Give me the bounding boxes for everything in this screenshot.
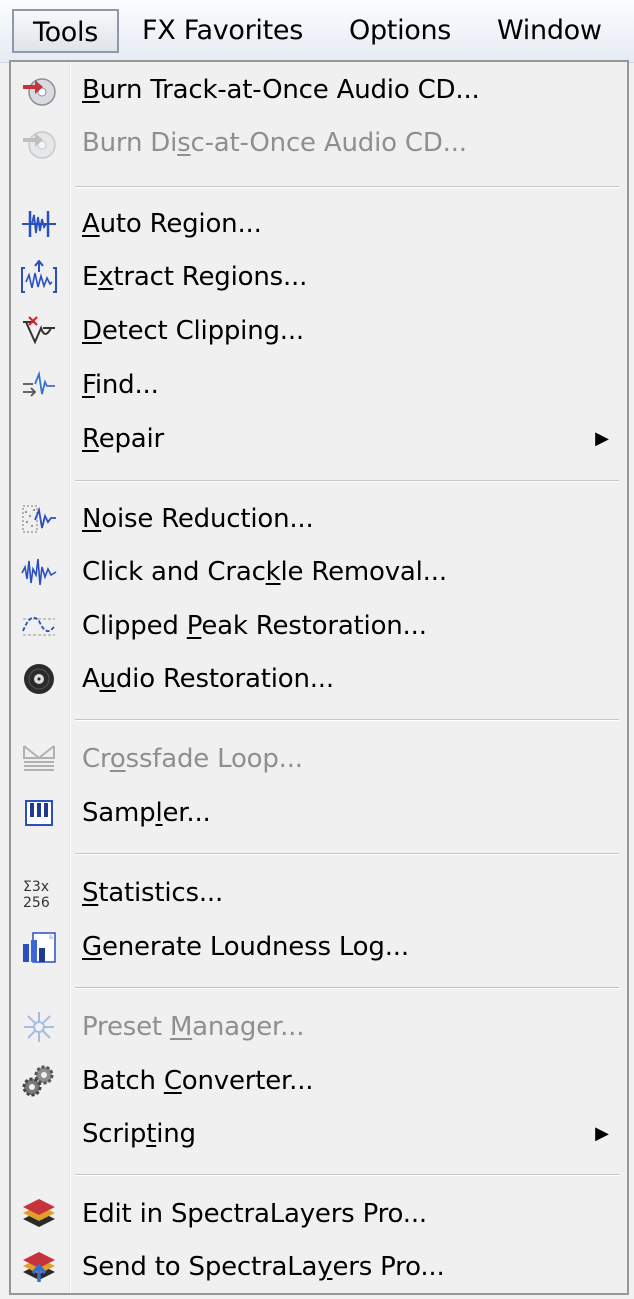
menu-item-burn-disc-at-once: Burn Disc-at-Once Audio CD...	[11, 118, 627, 168]
menu-item-repair[interactable]: Repair ▶	[11, 414, 627, 464]
menu-item-label: Noise Reduction...	[82, 504, 314, 534]
menu-item-click-crackle-removal[interactable]: Click and Crackle Removal...	[11, 547, 627, 597]
menu-item-audio-restoration[interactable]: Audio Restoration...	[11, 654, 627, 704]
menu-item-label: Batch Converter...	[82, 1066, 314, 1096]
menu-item-extract-regions[interactable]: Extract Regions...	[11, 252, 627, 302]
detect-clipping-icon	[21, 314, 57, 348]
submenu-arrow-icon: ▶	[595, 1123, 609, 1144]
menu-separator	[75, 1174, 619, 1175]
spectralayers-send-icon	[21, 1250, 57, 1284]
auto-region-icon	[21, 207, 57, 241]
svg-text:256: 256	[23, 895, 50, 910]
menu-item-sampler[interactable]: Sampler...	[11, 788, 627, 838]
find-icon	[21, 368, 57, 402]
screen: Tools FX Favorites Options Window Burn T…	[0, 0, 634, 1299]
menu-separator	[75, 853, 619, 854]
menu-item-preset-manager: Preset Manager...	[11, 1002, 627, 1052]
menu-item-generate-loudness-log[interactable]: Generate Loudness Log...	[11, 922, 627, 972]
menu-item-label: Scripting	[82, 1119, 196, 1149]
burn-cd-icon	[21, 73, 57, 107]
sampler-icon	[21, 796, 57, 830]
menu-separator	[75, 186, 619, 187]
menu-item-label: Extract Regions...	[82, 262, 308, 292]
click-crackle-icon	[21, 555, 57, 589]
menu-item-label: Auto Region...	[82, 209, 262, 239]
menu-item-noise-reduction[interactable]: Noise Reduction...	[11, 494, 627, 544]
menu-item-label: Clipped Peak Restoration...	[82, 611, 427, 641]
menu-item-auto-region[interactable]: Auto Region...	[11, 199, 627, 249]
noise-reduction-icon	[21, 502, 57, 536]
menu-item-find[interactable]: Find...	[11, 360, 627, 410]
menu-item-statistics[interactable]: Σ3x 256 Statistics...	[11, 868, 627, 918]
menu-item-burn-track-at-once[interactable]: Burn Track-at-Once Audio CD...	[11, 65, 627, 115]
menu-separator	[75, 480, 619, 481]
audio-restoration-icon	[21, 662, 57, 696]
crossfade-loop-icon	[21, 742, 57, 776]
menu-item-send-to-spectralayers[interactable]: Send to SpectraLayers Pro...	[11, 1242, 627, 1292]
menu-item-label: Repair	[82, 424, 165, 454]
menu-item-detect-clipping[interactable]: Detect Clipping...	[11, 306, 627, 356]
menu-item-label: Generate Loudness Log...	[82, 932, 409, 962]
menu-item-label: Preset Manager...	[82, 1012, 305, 1042]
menubar-options[interactable]: Options	[349, 9, 451, 53]
menu-item-label: Burn Disc-at-Once Audio CD...	[82, 128, 467, 158]
menu-item-crossfade-loop: Crossfade Loop...	[11, 734, 627, 784]
menu-item-label: Sampler...	[82, 798, 211, 828]
menu-item-label: Detect Clipping...	[82, 316, 304, 346]
spectralayers-edit-icon	[21, 1197, 57, 1231]
menu-item-label: Crossfade Loop...	[82, 744, 303, 774]
statistics-icon: Σ3x 256	[21, 876, 57, 910]
menubar-tools[interactable]: Tools	[12, 9, 119, 53]
menu-item-batch-converter[interactable]: Batch Converter...	[11, 1056, 627, 1106]
menu-item-label: Audio Restoration...	[82, 664, 334, 694]
menu-item-label: Statistics...	[82, 878, 224, 908]
batch-converter-icon	[21, 1064, 57, 1098]
menu-item-scripting[interactable]: Scripting ▶	[11, 1109, 627, 1159]
submenu-arrow-icon: ▶	[595, 428, 609, 449]
menu-separator	[75, 987, 619, 988]
menu-item-label: Edit in SpectraLayers Pro...	[82, 1199, 427, 1229]
menu-item-clipped-peak-restoration[interactable]: Clipped Peak Restoration...	[11, 601, 627, 651]
menu-separator	[75, 719, 619, 720]
menu-item-edit-in-spectralayers[interactable]: Edit in SpectraLayers Pro...	[11, 1189, 627, 1239]
menu-item-label: Send to SpectraLayers Pro...	[82, 1252, 445, 1282]
menubar-window[interactable]: Window	[497, 9, 602, 53]
preset-manager-icon	[21, 1010, 57, 1044]
menu-bar: Tools FX Favorites Options Window	[0, 0, 634, 63]
tools-dropdown-menu: Burn Track-at-Once Audio CD... Burn Disc…	[9, 60, 629, 1295]
menu-item-label: Click and Crackle Removal...	[82, 557, 447, 587]
loudness-log-icon	[21, 930, 57, 964]
burn-cd-icon	[21, 126, 57, 160]
menu-item-label: Find...	[82, 370, 159, 400]
extract-regions-icon	[21, 260, 57, 294]
svg-text:Σ3x: Σ3x	[23, 879, 49, 895]
menu-item-label: Burn Track-at-Once Audio CD...	[82, 75, 480, 105]
clipped-peak-icon	[21, 609, 57, 643]
menubar-fx-favorites[interactable]: FX Favorites	[142, 9, 303, 53]
